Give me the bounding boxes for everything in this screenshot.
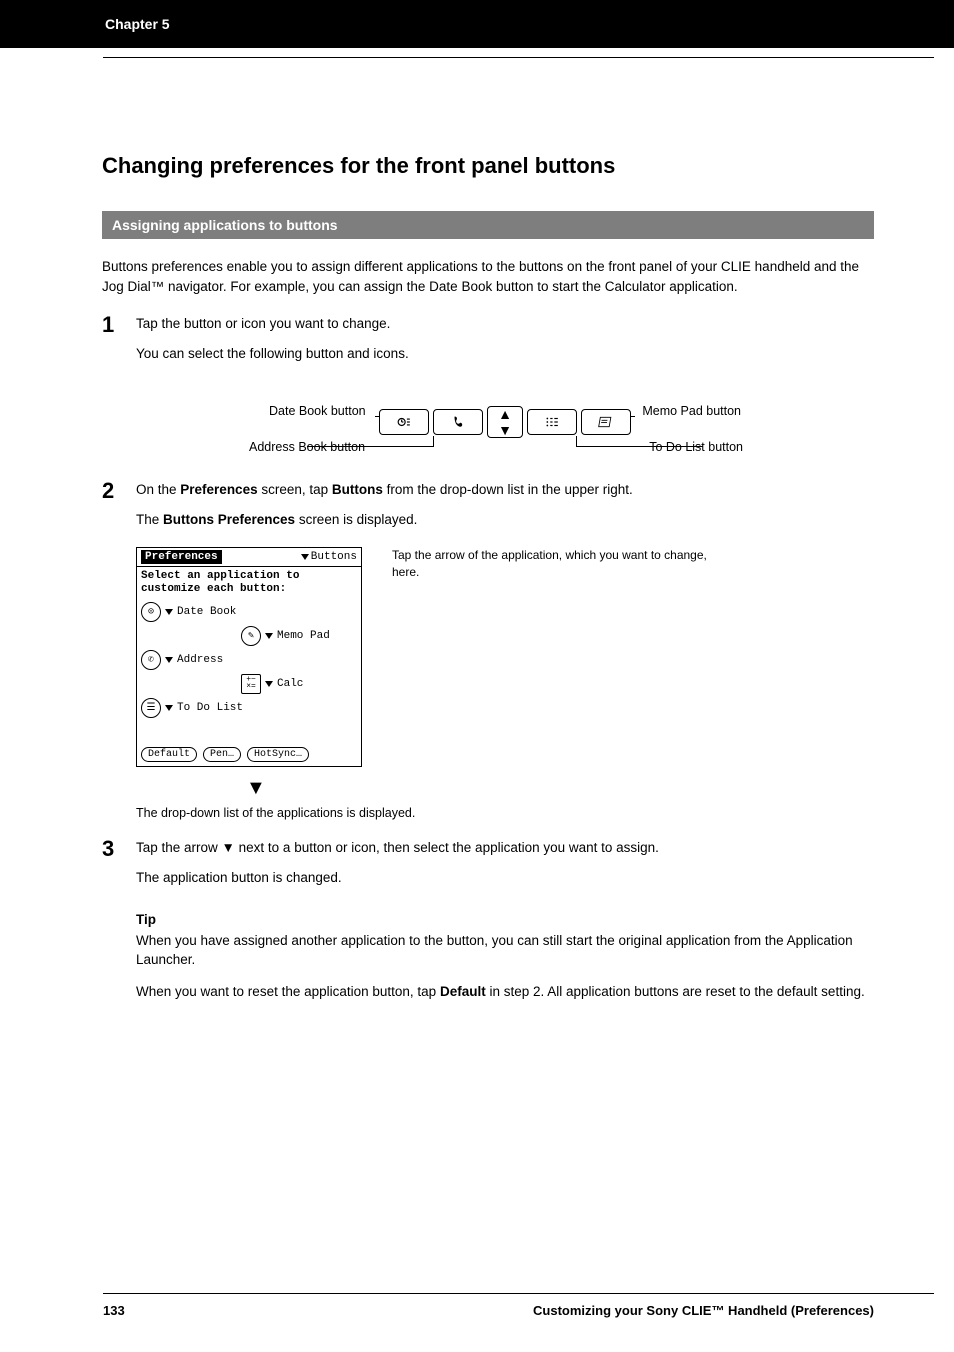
screen-figure: Preferences Buttons Select an applicatio… xyxy=(136,547,874,767)
screen-dropdown[interactable]: Buttons xyxy=(301,551,357,563)
chapter-title: Chapter 5 xyxy=(105,16,170,32)
leader-line xyxy=(375,416,379,417)
tip-label: Tip xyxy=(136,912,874,927)
dropdown-arrow-icon xyxy=(165,609,173,615)
page-number: 133 xyxy=(103,1303,125,1318)
datebook-hw-button xyxy=(379,409,429,435)
figure-caption-below: The drop-down list of the applications i… xyxy=(136,806,874,820)
up-arrow-icon: ▲ xyxy=(498,407,512,421)
option-todo[interactable]: ☰ To Do List xyxy=(137,696,361,720)
step-after-text: You can select the following button and … xyxy=(136,344,874,364)
option-address[interactable]: ✆ Address xyxy=(137,648,361,672)
page-title: Changing preferences for the front panel… xyxy=(102,153,874,179)
tip-paragraph-1: When you have assigned another applicati… xyxy=(136,931,874,970)
memo-icon xyxy=(598,415,614,429)
default-button[interactable]: Default xyxy=(141,747,197,762)
top-rule xyxy=(103,57,934,58)
opt-label: Address xyxy=(177,654,223,666)
datebook-caption: Date Book button xyxy=(269,404,366,418)
preferences-screen-mock: Preferences Buttons Select an applicatio… xyxy=(136,547,362,767)
step-text: On the Preferences screen, tap Buttons f… xyxy=(136,480,874,504)
footer-title: Customizing your Sony CLIE™ Handheld (Pr… xyxy=(533,1303,874,1318)
step-text-content: Tap the button or icon you want to chang… xyxy=(136,316,390,331)
memo-caption: Memo Pad button xyxy=(642,404,741,418)
figure-caption-right: Tap the arrow of the application, which … xyxy=(392,547,722,581)
address-caption: Address Book button xyxy=(249,440,365,454)
step-3: 3 Tap the arrow ▼ next to a button or ic… xyxy=(102,838,874,862)
leader-line xyxy=(433,436,434,446)
option-calc[interactable]: +−×= Calc xyxy=(237,672,361,696)
tip-paragraph-2: When you want to reset the application b… xyxy=(136,982,874,1002)
step-1: 1 Tap the button or icon you want to cha… xyxy=(102,314,874,338)
scroll-hw-button: ▲ ▼ xyxy=(487,406,523,438)
hardware-buttons-figure: ▲ ▼ Date Book button Address Book button… xyxy=(136,382,874,462)
screen-instruction: Select an application to customize each … xyxy=(137,567,361,599)
leader-line xyxy=(631,416,635,417)
leader-line xyxy=(307,446,434,447)
content-area: Changing preferences for the front panel… xyxy=(0,48,954,1002)
hotsync-button[interactable]: HotSync… xyxy=(247,747,309,762)
screen-titlebar: Preferences Buttons xyxy=(137,548,361,567)
todo-caption: To Do List button xyxy=(649,440,743,454)
body-line-2: customize each button: xyxy=(141,583,286,595)
opt-label: Calc xyxy=(277,678,303,690)
clock-list-icon xyxy=(396,415,412,429)
dropdown-label: Buttons xyxy=(311,551,357,563)
todo-hw-button xyxy=(527,409,577,435)
address-icon: ✆ xyxy=(141,650,161,670)
screen-title: Preferences xyxy=(141,550,222,564)
dropdown-arrow-icon xyxy=(165,705,173,711)
pen-button[interactable]: Pen… xyxy=(203,747,241,762)
dropdown-arrow-icon xyxy=(301,554,309,560)
datebook-icon: ⊙ xyxy=(141,602,161,622)
step-number: 2 xyxy=(102,478,136,504)
intro-paragraph: Buttons preferences enable you to assign… xyxy=(102,257,874,296)
option-datebook[interactable]: ⊙ Date Book xyxy=(137,600,361,624)
dropdown-arrow-icon xyxy=(165,657,173,663)
subtitle-bar: Assigning applications to buttons xyxy=(102,211,874,239)
bottom-rule xyxy=(103,1293,934,1294)
todo-icon: ☰ xyxy=(141,698,161,718)
dropdown-arrow-icon xyxy=(265,633,273,639)
leader-line xyxy=(576,436,577,446)
page-footer: 133 Customizing your Sony CLIE™ Handheld… xyxy=(0,1303,954,1318)
address-hw-button xyxy=(433,409,483,435)
step-after-text: The Buttons Preferences screen is displa… xyxy=(136,510,874,530)
checklist-icon xyxy=(544,415,560,429)
opt-label: To Do List xyxy=(177,702,243,714)
dropdown-arrow-icon xyxy=(265,681,273,687)
opt-label: Date Book xyxy=(177,606,236,618)
phone-icon xyxy=(450,415,466,429)
option-memopad[interactable]: ✎ Memo Pad xyxy=(237,624,361,648)
step-after-text: The application button is changed. xyxy=(136,868,874,888)
leader-line xyxy=(576,446,703,447)
page-header: Chapter 5 xyxy=(0,0,954,48)
step-number: 3 xyxy=(102,836,136,862)
memopad-icon: ✎ xyxy=(241,626,261,646)
step-text: Tap the arrow ▼ next to a button or icon… xyxy=(136,838,874,862)
screen-button-row: Default Pen… HotSync… xyxy=(141,747,357,762)
opt-label: Memo Pad xyxy=(277,630,330,642)
down-arrow-icon: ▼ xyxy=(246,777,874,800)
step-text: Tap the button or icon you want to chang… xyxy=(136,314,874,338)
step-number: 1 xyxy=(102,312,136,338)
hw-key-row: ▲ ▼ xyxy=(379,406,631,438)
tip-block: Tip When you have assigned another appli… xyxy=(136,912,874,1002)
step-2: 2 On the Preferences screen, tap Buttons… xyxy=(102,480,874,504)
calc-icon: +−×= xyxy=(241,674,261,694)
down-arrow-icon: ▼ xyxy=(498,423,512,437)
body-line-1: Select an application to xyxy=(141,570,299,582)
memo-hw-button xyxy=(581,409,631,435)
